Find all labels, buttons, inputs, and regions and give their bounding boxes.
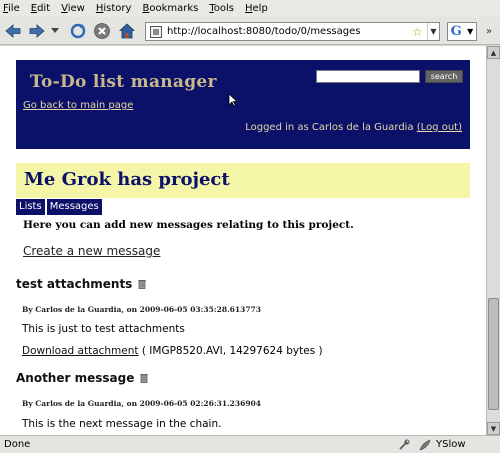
menu-tools-label: ools <box>213 3 234 14</box>
toolbar-overflow-icon[interactable]: » <box>481 22 497 41</box>
trash-icon[interactable] <box>140 373 149 383</box>
forward-arrow-icon <box>29 24 45 38</box>
stop-icon <box>94 23 110 39</box>
project-title-band: Me Grok has project <box>16 163 470 198</box>
login-status: Logged in as Carlos de la Guardia (Log o… <box>245 122 462 133</box>
menu-edit-label: dit <box>37 3 51 14</box>
stop-button[interactable] <box>92 21 112 41</box>
message-title-text: test attachments <box>16 277 133 291</box>
attachment-info: ( IMGP8520.AVI, 14297624 bytes ) <box>141 345 323 357</box>
back-arrow-icon <box>5 24 21 38</box>
home-button[interactable] <box>117 21 137 41</box>
home-icon <box>118 23 136 39</box>
tab-messages[interactable]: Messages <box>46 199 102 215</box>
site-search-button[interactable]: search <box>425 70 463 83</box>
message-body: This is just to test attachments <box>22 323 185 335</box>
url-text[interactable]: http://localhost:8080/todo/0/messages <box>167 26 412 37</box>
scroll-up-icon[interactable]: ▲ <box>487 46 500 59</box>
menu-help-label: elp <box>252 3 268 14</box>
back-button[interactable] <box>3 21 23 41</box>
logout-link[interactable]: (Log out) <box>417 122 462 133</box>
message-title: Another message <box>16 371 149 385</box>
site-search-input[interactable] <box>316 70 420 83</box>
menu-edit[interactable]: Edit <box>31 3 50 14</box>
mouse-cursor-icon <box>228 93 238 107</box>
back-to-main-link[interactable]: Go back to main page <box>23 100 133 111</box>
trash-icon[interactable] <box>138 279 147 289</box>
project-tabs: Lists Messages <box>16 199 104 215</box>
page-icon <box>150 25 162 38</box>
download-attachment-link[interactable]: Download attachment <box>22 345 139 357</box>
message-meta: By Carlos de la Guardia, on 2009-06-05 0… <box>22 305 261 314</box>
menu-history[interactable]: History <box>96 3 132 14</box>
create-message-link[interactable]: Create a new message <box>23 244 160 258</box>
yslow-icon[interactable] <box>418 438 432 452</box>
forward-button[interactable] <box>27 21 47 41</box>
url-dropdown-icon[interactable]: ▼ <box>427 23 439 40</box>
page-content: To-Do list manager Go back to main page … <box>0 46 486 435</box>
status-bar: Done YSlow <box>0 435 500 453</box>
message-title: test attachments <box>16 277 147 291</box>
menu-bookmarks-label: ookmarks <box>149 3 199 14</box>
chevron-down-icon <box>51 28 59 33</box>
reload-icon <box>70 23 86 39</box>
address-bar[interactable]: http://localhost:8080/todo/0/messages ☆ … <box>145 22 440 41</box>
menu-view-accel: V <box>61 3 68 14</box>
message-title-text: Another message <box>16 371 135 385</box>
menu-bar: File Edit View History Bookmarks Tools H… <box>0 0 500 17</box>
intro-text: Here you can add new messages relating t… <box>23 219 354 231</box>
menu-file[interactable]: File <box>3 3 20 14</box>
project-title: Me Grok has project <box>24 169 230 190</box>
navigation-toolbar: http://localhost:8080/todo/0/messages ☆ … <box>0 17 500 45</box>
menu-help-accel: H <box>245 3 253 14</box>
menu-tools[interactable]: Tools <box>209 3 234 14</box>
message-meta: By Carlos de la Guardia, on 2009-06-05 0… <box>22 399 261 408</box>
menu-help[interactable]: Help <box>245 3 268 14</box>
logged-in-text: Logged in as Carlos de la Guardia <box>245 122 414 133</box>
tab-lists[interactable]: Lists <box>16 199 45 215</box>
menu-bookmarks[interactable]: Bookmarks <box>142 3 198 14</box>
google-icon: G <box>450 24 462 39</box>
chevron-down-icon: ▼ <box>467 27 474 36</box>
message-body: This is the next message in the chain. <box>22 418 222 430</box>
app-title: To-Do list manager <box>30 72 217 92</box>
tools-icon[interactable] <box>397 438 411 452</box>
menu-view-label: iew <box>67 3 85 14</box>
site-header: To-Do list manager Go back to main page … <box>16 60 470 149</box>
search-engine-selector[interactable]: G ▼ <box>447 22 477 41</box>
scroll-down-icon[interactable]: ▼ <box>487 422 500 435</box>
history-dropdown[interactable] <box>49 21 61 41</box>
status-text: Done <box>4 439 31 450</box>
menu-view[interactable]: View <box>61 3 85 14</box>
menu-file-label: ile <box>8 3 20 14</box>
menu-history-label: istory <box>103 3 132 14</box>
reload-button[interactable] <box>68 21 88 41</box>
scrollbar-thumb[interactable] <box>488 298 499 410</box>
yslow-label[interactable]: YSlow <box>436 439 466 450</box>
star-icon[interactable]: ☆ <box>412 25 425 39</box>
message-attachment: Download attachment ( IMGP8520.AVI, 1429… <box>22 345 323 357</box>
vertical-scrollbar[interactable]: ▲ ▼ <box>486 46 500 435</box>
